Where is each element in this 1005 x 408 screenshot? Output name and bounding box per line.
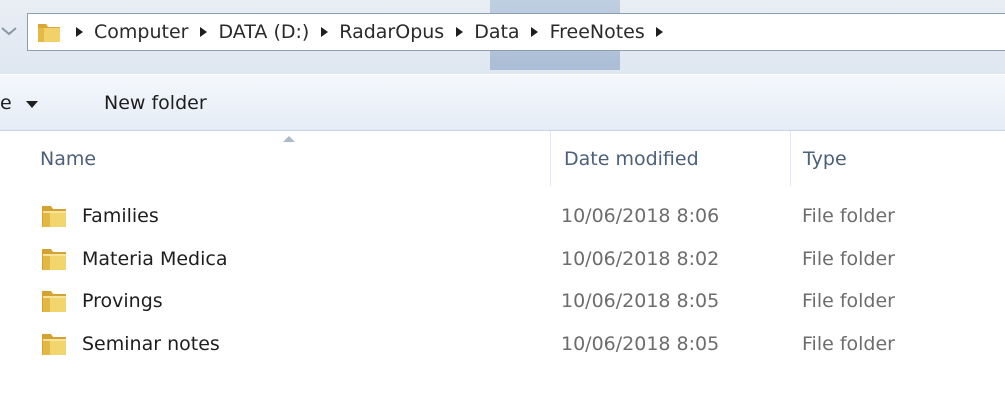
file-date-modified: 10/06/2018 8:06: [561, 205, 720, 228]
folder-icon: [40, 203, 68, 229]
window-top-strip: Computer DATA (D:) RadarOpus Data FreeNo…: [0, 0, 1005, 74]
file-row-seminar-notes[interactable]: Seminar notes 10/06/2018 8:05 File folde…: [0, 323, 1005, 366]
file-type: File folder: [802, 332, 895, 355]
file-row-materia-medica[interactable]: Materia Medica 10/06/2018 8:02 File fold…: [0, 238, 1005, 281]
file-date-modified: 10/06/2018 8:05: [561, 290, 720, 313]
file-row-families[interactable]: Families 10/06/2018 8:06 File folder: [0, 195, 1005, 238]
column-headers: Name Date modified Type: [0, 131, 1005, 186]
file-name: Materia Medica: [82, 247, 228, 270]
breadcrumb-chevron-icon[interactable]: [198, 26, 208, 38]
organize-label: e: [0, 92, 12, 114]
breadcrumb-data[interactable]: Data: [474, 21, 519, 43]
breadcrumb-computer[interactable]: Computer: [94, 21, 188, 43]
file-date-modified: 10/06/2018 8:02: [561, 247, 720, 270]
breadcrumb-radaropus[interactable]: RadarOpus: [339, 21, 444, 43]
column-header-date-modified[interactable]: Date modified: [550, 131, 790, 186]
file-name: Seminar notes: [82, 332, 220, 355]
breadcrumb-data-drive[interactable]: DATA (D:): [218, 21, 309, 43]
folder-icon: [40, 288, 68, 314]
folder-icon: [40, 331, 68, 357]
file-type: File folder: [802, 247, 895, 270]
folder-icon: [40, 246, 68, 272]
organize-button[interactable]: e: [0, 89, 38, 117]
file-list: Families 10/06/2018 8:06 File folder Mat…: [0, 195, 1005, 365]
dropdown-caret-icon: [25, 92, 38, 114]
breadcrumb-freenotes[interactable]: FreeNotes: [550, 21, 645, 43]
column-header-type[interactable]: Type: [790, 131, 1005, 186]
file-name: Families: [82, 205, 159, 228]
breadcrumb-chevron-icon[interactable]: [655, 26, 665, 38]
file-type: File folder: [802, 205, 895, 228]
breadcrumb-chevron-icon[interactable]: [74, 26, 84, 38]
folder-icon: [34, 18, 64, 46]
new-folder-button[interactable]: New folder: [104, 89, 207, 117]
file-date-modified: 10/06/2018 8:05: [561, 332, 720, 355]
file-type: File folder: [802, 290, 895, 313]
file-row-provings[interactable]: Provings 10/06/2018 8:05 File folder: [0, 280, 1005, 323]
column-header-name[interactable]: Name: [0, 131, 550, 186]
address-bar[interactable]: Computer DATA (D:) RadarOpus Data FreeNo…: [27, 13, 1005, 51]
breadcrumb-chevron-icon[interactable]: [454, 26, 464, 38]
back-forward-fragment-icon[interactable]: [0, 22, 22, 42]
command-toolbar: e New folder: [0, 74, 1005, 131]
breadcrumb-chevron-icon[interactable]: [319, 26, 329, 38]
file-name: Provings: [82, 290, 163, 313]
breadcrumb-chevron-icon[interactable]: [530, 26, 540, 38]
